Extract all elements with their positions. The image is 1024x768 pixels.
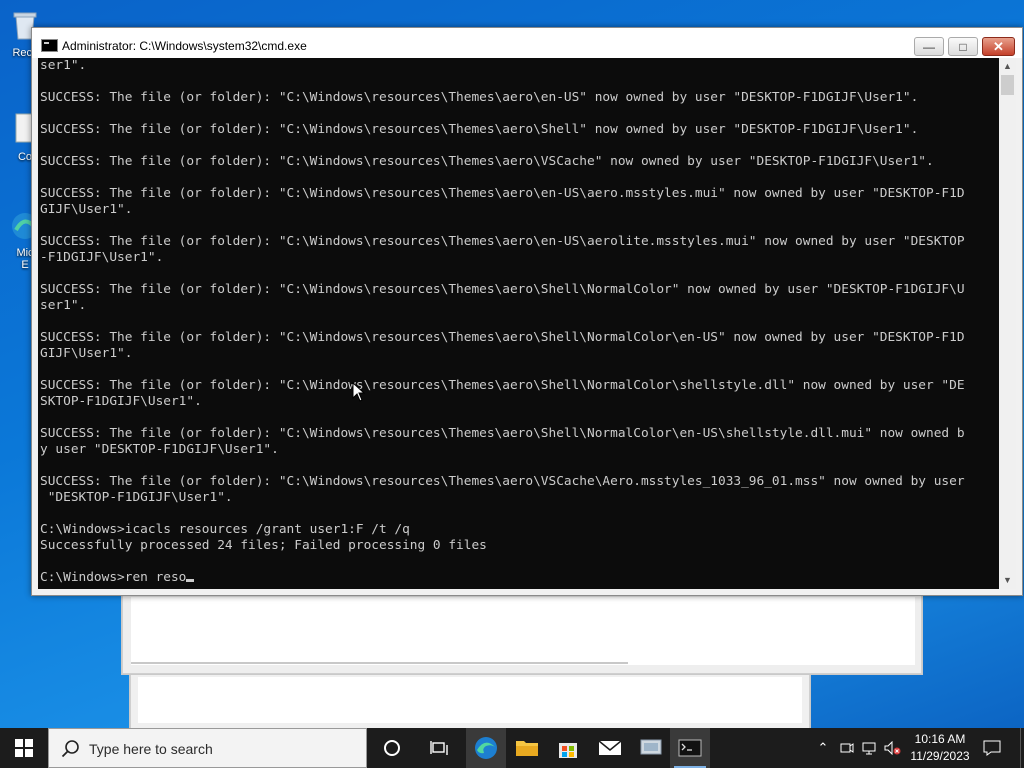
console-line: ser1". <box>40 58 87 73</box>
store-taskbar-button[interactable] <box>548 728 588 768</box>
console-line: ser1". <box>40 298 87 313</box>
control-panel-icon <box>640 739 662 755</box>
background-window-content <box>131 597 915 665</box>
console-line: SUCCESS: The file (or folder): "C:\Windo… <box>40 234 965 249</box>
console-line: -F1DGIJF\User1". <box>40 250 164 265</box>
console-line: "DESKTOP-F1DGIJF\User1". <box>40 490 233 505</box>
clock-date: 11/29/2023 <box>910 749 970 763</box>
cmd-app-icon[interactable] <box>41 39 58 52</box>
cmd-icon <box>678 739 702 757</box>
console-output[interactable]: ser1". SUCCESS: The file (or folder): "C… <box>38 58 999 589</box>
cmd-taskbar-button[interactable] <box>670 728 710 768</box>
network-icon <box>862 742 876 755</box>
console-line: SUCCESS: The file (or folder): "C:\Windo… <box>40 122 919 137</box>
volume-muted-icon <box>884 741 901 755</box>
console-line: SUCCESS: The file (or folder): "C:\Windo… <box>40 186 965 201</box>
console-line: SUCCESS: The file (or folder): "C:\Windo… <box>40 378 965 393</box>
folder-icon <box>516 741 538 756</box>
mouse-pointer-icon <box>352 382 366 402</box>
action-center-button[interactable] <box>980 728 1004 768</box>
file-explorer-taskbar-button[interactable] <box>507 728 547 768</box>
text-cursor <box>186 579 195 582</box>
console-line: SUCCESS: The file (or folder): "C:\Windo… <box>40 90 919 105</box>
task-view-icon <box>430 741 448 755</box>
minimize-icon: — <box>923 39 935 54</box>
edge-taskbar-button[interactable] <box>466 728 506 768</box>
mail-taskbar-button[interactable] <box>590 728 630 768</box>
console-line: C:\Windows>icacls resources /grant user1… <box>40 522 410 537</box>
cortana-circle-icon <box>384 740 400 756</box>
scroll-up-arrow-icon[interactable]: ▲ <box>999 58 1016 75</box>
show-hidden-icons-button[interactable]: ⌃ <box>813 728 833 768</box>
maximize-icon: □ <box>959 39 967 54</box>
tray-app-icon <box>840 743 854 753</box>
search-placeholder: Type here to search <box>89 741 213 757</box>
minimize-button[interactable]: — <box>914 37 944 56</box>
cortana-button[interactable] <box>372 728 412 768</box>
close-button[interactable]: ✕ <box>982 37 1015 56</box>
mail-icon <box>598 740 622 755</box>
console-line: y user "DESKTOP-F1DGIJF\User1". <box>40 442 279 457</box>
console-text: ser1". SUCCESS: The file (or folder): "C… <box>38 58 999 586</box>
maximize-button[interactable]: □ <box>948 37 978 56</box>
taskbar-search-box[interactable]: Type here to search <box>48 728 367 768</box>
store-icon <box>559 743 577 758</box>
background-window[interactable] <box>122 592 922 674</box>
task-view-button[interactable] <box>420 728 460 768</box>
console-input-line[interactable]: C:\Windows>ren reso <box>40 570 186 585</box>
console-line: GIJF\User1". <box>40 202 133 217</box>
console-line: SUCCESS: The file (or folder): "C:\Windo… <box>40 426 965 441</box>
background-window-content <box>138 677 802 723</box>
volume-button[interactable] <box>882 728 904 768</box>
scroll-down-arrow-icon[interactable]: ▼ <box>999 572 1016 589</box>
console-line: SUCCESS: The file (or folder): "C:\Windo… <box>40 330 965 345</box>
vertical-scrollbar[interactable]: ▲ ▼ <box>999 58 1016 589</box>
console-line: GIJF\User1". <box>40 346 133 361</box>
window-title: Administrator: C:\Windows\system32\cmd.e… <box>62 39 307 53</box>
console-line: SUCCESS: The file (or folder): "C:\Windo… <box>40 154 934 169</box>
control-panel-taskbar-button[interactable] <box>631 728 671 768</box>
notification-icon <box>983 740 1001 756</box>
tray-meet-now-button[interactable] <box>838 728 856 768</box>
console-line: Successfully processed 24 files; Failed … <box>40 538 487 553</box>
console-line: SKTOP-F1DGIJF\User1". <box>40 394 202 409</box>
network-button[interactable] <box>860 728 880 768</box>
background-window-scrollbar[interactable] <box>131 662 628 664</box>
cmd-window[interactable]: Administrator: C:\Windows\system32\cmd.e… <box>31 27 1023 596</box>
clock-time: 10:16 AM <box>914 732 966 746</box>
taskbar: Type here to search ⌃ 10:16 AM 11/29/202… <box>0 728 1024 768</box>
background-window-lower[interactable] <box>130 672 810 730</box>
edge-icon <box>475 737 497 759</box>
chevron-up-icon: ⌃ <box>817 740 829 755</box>
windows-logo-icon <box>15 739 33 757</box>
close-icon: ✕ <box>993 38 1004 54</box>
show-desktop-button[interactable] <box>1020 728 1024 768</box>
console-line: SUCCESS: The file (or folder): "C:\Windo… <box>40 282 965 297</box>
scroll-thumb[interactable] <box>1001 75 1014 95</box>
console-line: SUCCESS: The file (or folder): "C:\Windo… <box>40 474 965 489</box>
search-icon <box>61 740 79 758</box>
title-bar[interactable]: Administrator: C:\Windows\system32\cmd.e… <box>32 28 1022 58</box>
start-button[interactable] <box>0 728 48 768</box>
taskbar-clock[interactable]: 10:16 AM 11/29/2023 <box>905 731 975 765</box>
